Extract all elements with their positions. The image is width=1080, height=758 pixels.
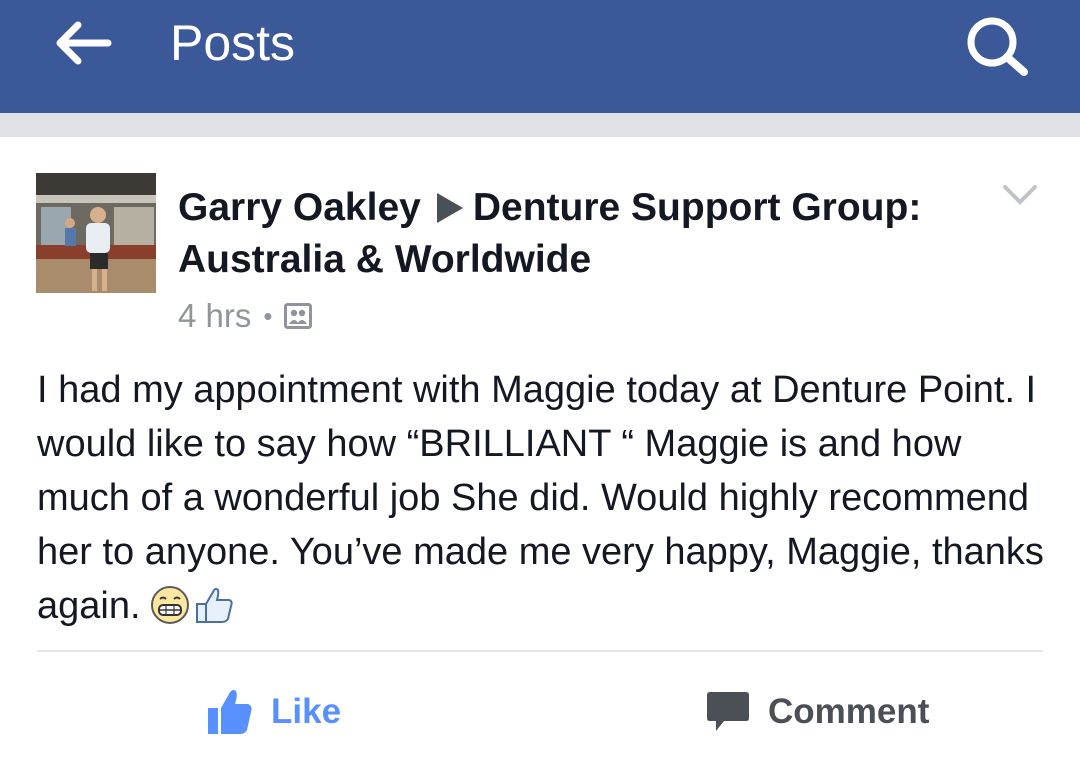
search-button[interactable] <box>962 16 1032 76</box>
like-label: Like <box>271 692 342 731</box>
like-thumb-icon <box>208 690 252 734</box>
top-app-bar: Posts <box>0 0 1080 113</box>
page-title: Posts <box>170 15 296 71</box>
back-arrow-icon <box>56 21 112 65</box>
comment-button[interactable]: Comment <box>706 682 929 742</box>
meta-separator: • <box>263 300 273 331</box>
like-button[interactable]: Like <box>207 682 341 742</box>
post-header: Garry Oakley Denture Support Group: Austr… <box>178 182 958 286</box>
post-meta: 4 hrs • <box>178 297 313 335</box>
thumbs-up-icon <box>195 587 233 623</box>
search-icon <box>967 17 1028 76</box>
author-avatar[interactable] <box>36 173 156 293</box>
grinning-face-icon <box>150 586 189 624</box>
chevron-down-icon <box>1003 185 1037 205</box>
comment-bubble-icon <box>707 692 749 731</box>
author-name[interactable]: Garry Oakley <box>178 186 421 229</box>
comment-label: Comment <box>768 692 930 731</box>
post-emojis <box>149 584 235 641</box>
actions-divider <box>37 650 1043 652</box>
posted-in-arrow-icon <box>436 193 463 223</box>
post-body: I had my appointment with Maggie today a… <box>37 363 1047 641</box>
post-card: Garry Oakley Denture Support Group: Austr… <box>0 137 1080 758</box>
back-button[interactable] <box>50 18 114 68</box>
avatar-photo <box>36 173 156 293</box>
post-options-button[interactable] <box>1002 183 1038 207</box>
post-timestamp[interactable]: 4 hrs <box>178 297 251 335</box>
feed-divider <box>0 113 1080 137</box>
group-audience-icon <box>284 303 313 329</box>
